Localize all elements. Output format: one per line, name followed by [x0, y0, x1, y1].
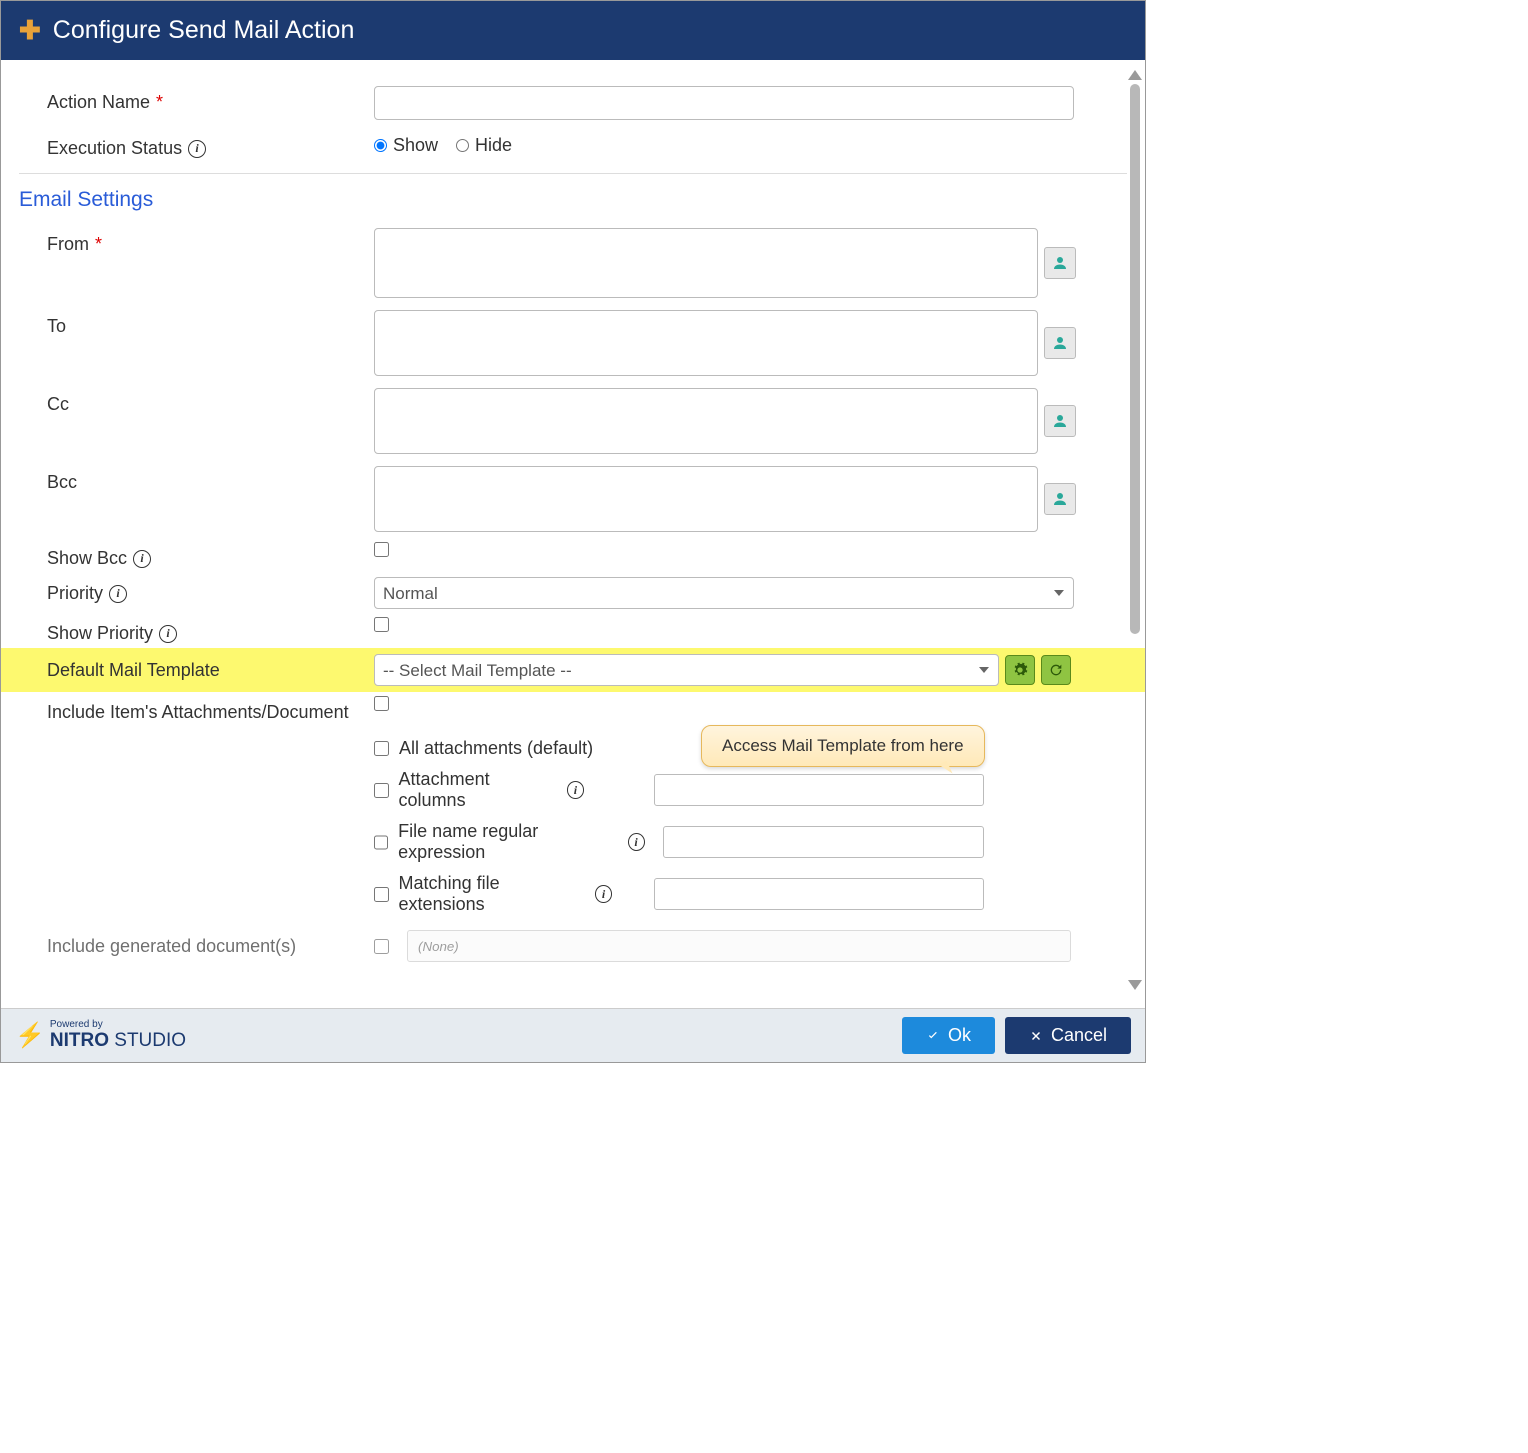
info-icon[interactable]: i	[567, 781, 585, 799]
include-generated-label: Include generated document(s)	[19, 930, 374, 957]
plus-icon: ✚	[19, 15, 41, 46]
attachment-columns-checkbox[interactable]	[374, 783, 389, 798]
file-regex-input[interactable]	[663, 826, 984, 858]
person-icon	[1051, 412, 1069, 430]
cancel-button[interactable]: Cancel	[1005, 1017, 1131, 1054]
from-input[interactable]	[374, 228, 1038, 298]
to-people-picker-button[interactable]	[1044, 327, 1076, 359]
dialog-header: ✚ Configure Send Mail Action	[1, 1, 1145, 60]
person-icon	[1051, 254, 1069, 272]
info-icon[interactable]: i	[188, 140, 206, 158]
bcc-people-picker-button[interactable]	[1044, 483, 1076, 515]
include-attachments-checkbox[interactable]	[374, 696, 389, 711]
scroll-up-icon[interactable]	[1128, 70, 1142, 80]
info-icon[interactable]: i	[109, 585, 127, 603]
dialog-body: Action Name* Execution Status i Show Hid…	[1, 60, 1145, 966]
priority-label: Priority i	[19, 577, 374, 604]
person-icon	[1051, 490, 1069, 508]
matching-ext-checkbox[interactable]	[374, 887, 389, 902]
action-name-input[interactable]	[374, 86, 1074, 120]
from-label: From*	[19, 228, 374, 255]
mail-template-select[interactable]: -- Select Mail Template --	[374, 654, 999, 686]
scrollbar[interactable]	[1128, 70, 1142, 990]
show-priority-label: Show Priority i	[19, 617, 374, 644]
execution-status-show-radio[interactable]: Show	[374, 135, 438, 156]
matching-ext-input[interactable]	[654, 878, 984, 910]
to-label: To	[19, 310, 374, 337]
scroll-thumb[interactable]	[1130, 84, 1140, 634]
include-attachments-label: Include Item's Attachments/Document	[19, 696, 374, 723]
file-regex-checkbox[interactable]	[374, 835, 388, 850]
check-icon	[926, 1029, 940, 1043]
show-bcc-label: Show Bcc i	[19, 542, 374, 569]
info-icon[interactable]: i	[133, 550, 151, 568]
show-priority-checkbox[interactable]	[374, 617, 389, 632]
callout-annotation: Access Mail Template from here	[701, 725, 985, 767]
mail-template-refresh-button[interactable]	[1041, 655, 1071, 685]
all-attachments-checkbox[interactable]	[374, 741, 389, 756]
attachment-columns-label: Attachment columns	[399, 769, 557, 811]
cc-people-picker-button[interactable]	[1044, 405, 1076, 437]
info-icon[interactable]: i	[595, 885, 613, 903]
file-regex-label: File name regular expression	[398, 821, 617, 863]
nitro-studio-logo: ⚡ Powered by NITRO STUDIO	[15, 1020, 186, 1052]
scroll-down-icon[interactable]	[1128, 980, 1142, 990]
mail-template-settings-button[interactable]	[1005, 655, 1035, 685]
email-settings-section: Email Settings	[19, 174, 1127, 222]
refresh-icon	[1048, 662, 1064, 678]
execution-status-label: Execution Status i	[19, 132, 374, 159]
to-input[interactable]	[374, 310, 1038, 376]
show-bcc-checkbox[interactable]	[374, 542, 389, 557]
default-mail-template-row: Default Mail Template -- Select Mail Tem…	[1, 648, 1145, 692]
include-generated-checkbox[interactable]	[374, 939, 389, 954]
info-icon[interactable]: i	[628, 833, 645, 851]
cc-label: Cc	[19, 388, 374, 415]
info-icon[interactable]: i	[159, 625, 177, 643]
bolt-icon: ⚡	[15, 1021, 45, 1050]
dialog-title: Configure Send Mail Action	[53, 16, 355, 45]
gear-icon	[1012, 662, 1028, 678]
generated-docs-input	[407, 930, 1071, 962]
from-people-picker-button[interactable]	[1044, 247, 1076, 279]
cc-input[interactable]	[374, 388, 1038, 454]
execution-status-hide-radio[interactable]: Hide	[456, 135, 512, 156]
dialog-footer: ⚡ Powered by NITRO STUDIO Ok Cancel	[1, 1008, 1145, 1062]
matching-ext-label: Matching file extensions	[399, 873, 585, 915]
all-attachments-label: All attachments (default)	[399, 738, 593, 759]
configure-send-mail-dialog: ✚ Configure Send Mail Action Action Name…	[0, 0, 1146, 1063]
bcc-input[interactable]	[374, 466, 1038, 532]
person-icon	[1051, 334, 1069, 352]
bcc-label: Bcc	[19, 466, 374, 493]
ok-button[interactable]: Ok	[902, 1017, 995, 1054]
priority-select[interactable]: Normal	[374, 577, 1074, 609]
action-name-label: Action Name*	[19, 86, 374, 113]
attachment-columns-input[interactable]	[654, 774, 984, 806]
close-icon	[1029, 1029, 1043, 1043]
default-mail-template-label: Default Mail Template	[19, 654, 374, 681]
